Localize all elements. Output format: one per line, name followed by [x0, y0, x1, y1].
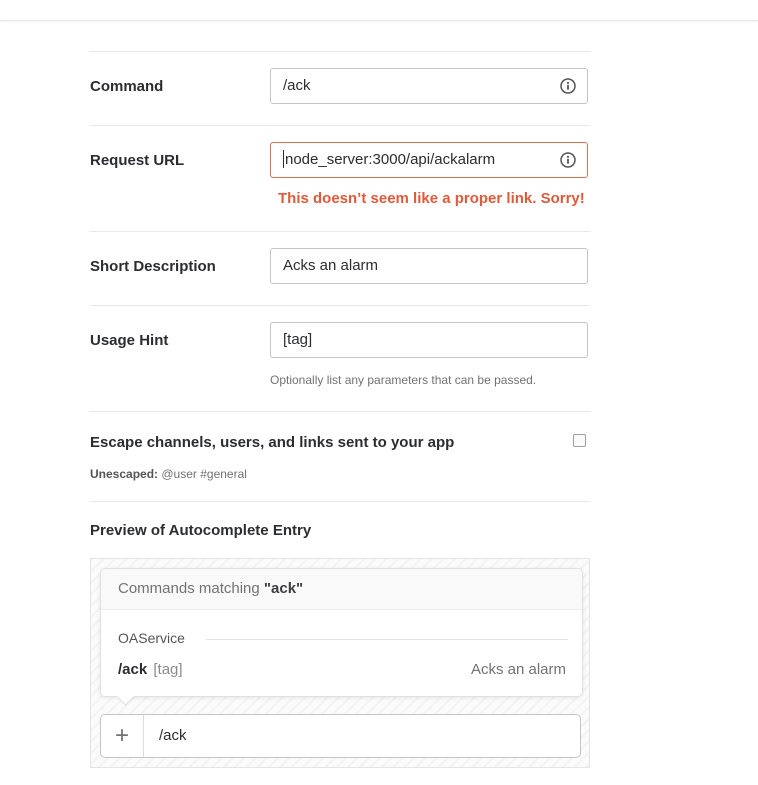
top-bar	[0, 0, 758, 21]
usage-hint-help: Optionally list any parameters that can …	[270, 373, 537, 387]
autocomplete-group: OAService	[118, 630, 568, 646]
autocomplete-header-query: "ack"	[263, 580, 304, 597]
command-label: Command	[90, 78, 164, 95]
message-input[interactable]: + /ack	[100, 714, 581, 758]
request-url-input[interactable]: node_server:3000/api/ackalarm	[270, 142, 588, 178]
autocomplete-item-command: /ack	[118, 661, 148, 678]
group-divider	[206, 639, 568, 640]
text-caret	[283, 150, 284, 169]
short-description-input[interactable]: Acks an alarm	[270, 248, 588, 284]
preview-box: Commands matching "ack" OAService /ack […	[90, 558, 590, 768]
usage-hint-input-value: [tag]	[283, 331, 313, 348]
usage-hint-row: Usage Hint [tag] Optionally list any par…	[90, 305, 590, 411]
usage-hint-label: Usage Hint	[90, 332, 169, 349]
info-icon[interactable]	[560, 78, 576, 94]
message-input-value: /ack	[159, 727, 187, 744]
request-url-input-value: node_server:3000/api/ackalarm	[285, 151, 496, 168]
short-description-label: Short Description	[90, 258, 216, 275]
short-description-input-value: Acks an alarm	[283, 257, 379, 274]
slash-command-form: Command /ack Request URL node_server:300…	[90, 51, 590, 770]
autocomplete-header-prefix: Commands matching	[118, 580, 264, 597]
command-row: Command /ack	[90, 51, 590, 125]
unescaped-example: @user #general	[161, 467, 247, 481]
escape-label: Escape channels, users, and links sent t…	[90, 434, 455, 451]
command-input-value: /ack	[283, 77, 311, 94]
request-url-row: Request URL node_server:3000/api/ackalar…	[90, 125, 590, 231]
autocomplete-item-hint: [tag]	[153, 661, 183, 678]
autocomplete-panel: Commands matching "ack" OAService /ack […	[100, 568, 583, 697]
escape-row: Escape channels, users, and links sent t…	[90, 411, 590, 501]
autocomplete-item-description: Acks an alarm	[470, 661, 566, 678]
plus-icon[interactable]: +	[101, 715, 144, 757]
short-description-row: Short Description Acks an alarm	[90, 231, 590, 305]
command-input[interactable]: /ack	[270, 68, 588, 104]
info-icon[interactable]	[560, 152, 576, 168]
autocomplete-group-name: OAService	[118, 630, 185, 646]
unescaped-note: Unescaped: @user #general	[90, 467, 247, 481]
request-url-label: Request URL	[90, 152, 185, 169]
autocomplete-item[interactable]: /ack [tag] Acks an alarm	[118, 661, 566, 678]
unescaped-label: Unescaped:	[90, 467, 159, 481]
autocomplete-header: Commands matching "ack"	[101, 569, 582, 610]
preview-section: Preview of Autocomplete Entry Commands m…	[90, 501, 590, 770]
escape-checkbox[interactable]	[573, 434, 586, 447]
preview-title: Preview of Autocomplete Entry	[90, 522, 312, 539]
request-url-error: This doesn’t seem like a proper link. So…	[278, 190, 585, 207]
usage-hint-input[interactable]: [tag]	[270, 322, 588, 358]
